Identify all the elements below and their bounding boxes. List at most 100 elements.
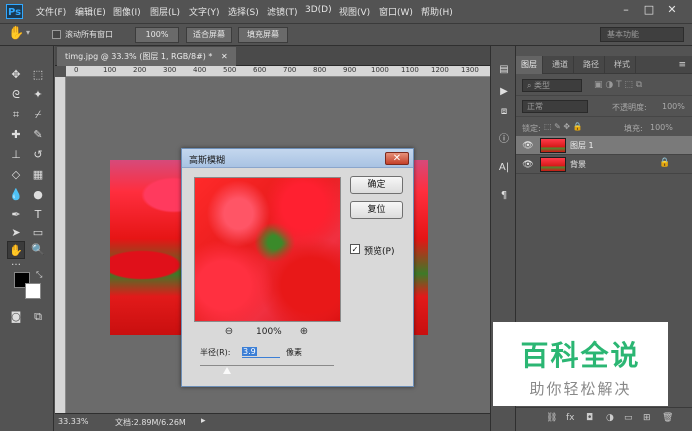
menu-layer[interactable]: 图层(L) bbox=[150, 5, 180, 18]
radius-input[interactable]: 3.9 bbox=[242, 345, 280, 358]
menu-3d[interactable]: 3D(D) bbox=[305, 5, 332, 15]
healing-brush-icon[interactable]: ✚ bbox=[7, 126, 25, 144]
menu-bar: Ps 文件(F) 编辑(E) 图像(I) 图层(L) 文字(Y) 选择(S) 滤… bbox=[0, 0, 692, 24]
preview-label: 预览(P) bbox=[364, 247, 395, 257]
preview-checkbox[interactable]: ✓ bbox=[350, 244, 360, 254]
background-color-swatch[interactable] bbox=[25, 283, 41, 299]
layer-row-1[interactable]: 👁 图层 1 bbox=[516, 136, 692, 155]
move-tool-icon[interactable]: ✥ bbox=[7, 66, 25, 84]
toolbox: ✥ ⬚ ᘓ ✦ ⌗ ⌿ ✚ ✎ ⊥ ↺ ◇ ▦ 💧 ● ✒ T ➤ ▭ ✋ 🔍 … bbox=[0, 46, 54, 431]
document-tab[interactable]: timg.jpg @ 33.3% (图层 1, RGB/8#) * ✕ bbox=[57, 47, 236, 66]
tab-paths[interactable]: 路径 bbox=[578, 56, 605, 74]
adjustment-layer-icon[interactable]: ◑ bbox=[606, 413, 614, 423]
fill-value[interactable]: 100% bbox=[650, 123, 673, 132]
pen-tool-icon[interactable]: ✒ bbox=[7, 206, 25, 224]
menu-type[interactable]: 文字(Y) bbox=[189, 5, 220, 18]
tool-preset-chevron-icon[interactable]: ▾ bbox=[26, 28, 30, 37]
fit-screen-button[interactable]: 适合屏幕 bbox=[186, 27, 232, 43]
shape-tool-icon[interactable]: ▭ bbox=[29, 224, 47, 242]
lasso-tool-icon[interactable]: ᘓ bbox=[7, 86, 25, 104]
info-panel-icon[interactable]: ⓘ bbox=[496, 132, 512, 148]
blend-mode-select[interactable]: 正常 bbox=[522, 100, 588, 113]
opacity-value[interactable]: 100% bbox=[662, 102, 685, 111]
scroll-all-windows-checkbox[interactable] bbox=[52, 30, 61, 39]
filter-icons[interactable]: ▣ ◑ T ⬚ ⧉ bbox=[594, 80, 642, 90]
menu-filter[interactable]: 滤镜(T) bbox=[267, 5, 298, 18]
link-layers-icon[interactable]: ⛓ bbox=[546, 413, 557, 423]
dodge-tool-icon[interactable]: ● bbox=[29, 186, 47, 204]
clone-stamp-icon[interactable]: ⊥ bbox=[7, 146, 25, 164]
type-tool-icon[interactable]: T bbox=[29, 206, 47, 224]
minimize-icon[interactable]: – bbox=[618, 3, 634, 17]
crop-tool-icon[interactable]: ⌗ bbox=[7, 106, 25, 124]
swap-colors-icon[interactable]: ⤡ bbox=[36, 270, 42, 280]
tab-styles[interactable]: 样式 bbox=[609, 56, 636, 74]
radius-slider-thumb[interactable] bbox=[223, 367, 231, 374]
layer-row-background[interactable]: 👁 背景 🔒 bbox=[516, 155, 692, 174]
history-panel-icon[interactable]: ▤ bbox=[496, 62, 512, 78]
ruler-top: 0 100 200 300 400 500 600 700 800 900 10… bbox=[66, 66, 490, 77]
menu-edit[interactable]: 编辑(E) bbox=[75, 5, 106, 18]
new-group-icon[interactable]: ▭ bbox=[624, 413, 633, 423]
actions-panel-icon[interactable]: ▶ bbox=[496, 84, 512, 100]
brush-tool-icon[interactable]: ✎ bbox=[29, 126, 47, 144]
visibility-eye-icon[interactable]: 👁 bbox=[522, 140, 534, 152]
blur-preview[interactable] bbox=[194, 177, 341, 322]
marquee-tool-icon[interactable]: ⬚ bbox=[29, 66, 47, 84]
fill-screen-button[interactable]: 填充屏幕 bbox=[238, 27, 288, 43]
opacity-label: 不透明度: bbox=[612, 103, 647, 112]
tab-channels[interactable]: 通道 bbox=[547, 56, 574, 74]
zoom-readout[interactable]: 33.33% bbox=[58, 417, 89, 426]
menu-file[interactable]: 文件(F) bbox=[36, 5, 66, 18]
blur-tool-icon[interactable]: 💧 bbox=[7, 186, 25, 204]
eyedropper-icon[interactable]: ⌿ bbox=[29, 106, 47, 124]
dialog-close-icon[interactable]: ✕ bbox=[385, 152, 409, 165]
paragraph-panel-icon[interactable]: ¶ bbox=[496, 188, 512, 204]
visibility-eye-icon[interactable]: 👁 bbox=[522, 159, 534, 171]
gradient-tool-icon[interactable]: ▦ bbox=[29, 166, 47, 184]
history-brush-icon[interactable]: ↺ bbox=[29, 146, 47, 164]
maximize-icon[interactable]: □ bbox=[641, 3, 657, 17]
properties-panel-icon[interactable]: ⧈ bbox=[496, 104, 512, 120]
ok-button[interactable]: 确定 bbox=[350, 176, 403, 194]
panel-menu-icon[interactable]: ≡ bbox=[678, 60, 686, 70]
menu-view[interactable]: 视图(V) bbox=[339, 5, 370, 18]
radius-value: 3.9 bbox=[242, 347, 257, 356]
layer-filter-select[interactable]: ⌕ 类型 bbox=[522, 79, 582, 92]
fx-icon[interactable]: fx bbox=[566, 413, 575, 423]
zoom-tool-icon[interactable]: 🔍 bbox=[29, 241, 47, 259]
lock-icons[interactable]: ⬚ ✎ ✥ 🔒 bbox=[544, 122, 583, 131]
zoom-out-icon[interactable]: ⊖ bbox=[223, 326, 235, 338]
menu-select[interactable]: 选择(S) bbox=[228, 5, 259, 18]
workspace-select[interactable]: 基本功能 bbox=[600, 27, 684, 42]
menu-image[interactable]: 图像(I) bbox=[113, 5, 141, 18]
dialog-titlebar[interactable]: 高斯模糊 ✕ bbox=[182, 149, 413, 168]
tab-layers[interactable]: 图层 bbox=[516, 56, 543, 74]
menu-window[interactable]: 窗口(W) bbox=[379, 5, 413, 18]
layer-thumbnail bbox=[540, 138, 566, 153]
zoom-in-icon[interactable]: ⊕ bbox=[298, 326, 310, 338]
close-icon[interactable]: ✕ bbox=[664, 3, 680, 17]
lock-label: 锁定: bbox=[522, 124, 541, 133]
status-bar: 33.33% 文档:2.89M/6.26M ▸ bbox=[55, 413, 490, 431]
menu-help[interactable]: 帮助(H) bbox=[421, 5, 453, 18]
status-menu-arrow-icon[interactable]: ▸ bbox=[201, 416, 206, 426]
trash-icon[interactable]: 🗑 bbox=[662, 413, 673, 423]
new-layer-icon[interactable]: ⊞ bbox=[643, 413, 651, 423]
path-select-icon[interactable]: ➤ bbox=[7, 224, 25, 242]
zoom-100-button[interactable]: 100% bbox=[135, 27, 179, 43]
ruler-mark: 900 bbox=[343, 66, 357, 74]
quick-mask-icon[interactable]: ◙ bbox=[7, 308, 25, 326]
radius-slider-track[interactable] bbox=[200, 365, 334, 366]
photoshop-logo: Ps bbox=[6, 4, 23, 19]
eraser-icon[interactable]: ◇ bbox=[7, 166, 25, 184]
reset-button[interactable]: 复位 bbox=[350, 201, 403, 219]
close-tab-icon[interactable]: ✕ bbox=[221, 52, 228, 61]
screen-mode-icon[interactable]: ⧉ bbox=[29, 308, 47, 326]
ruler-mark: 400 bbox=[193, 66, 207, 74]
radius-label: 半径(R): bbox=[200, 348, 231, 357]
magic-wand-icon[interactable]: ✦ bbox=[29, 86, 47, 104]
more-tools-icon[interactable]: … bbox=[7, 254, 25, 272]
add-mask-icon[interactable]: ◘ bbox=[586, 413, 593, 423]
character-panel-icon[interactable]: A| bbox=[496, 160, 512, 176]
